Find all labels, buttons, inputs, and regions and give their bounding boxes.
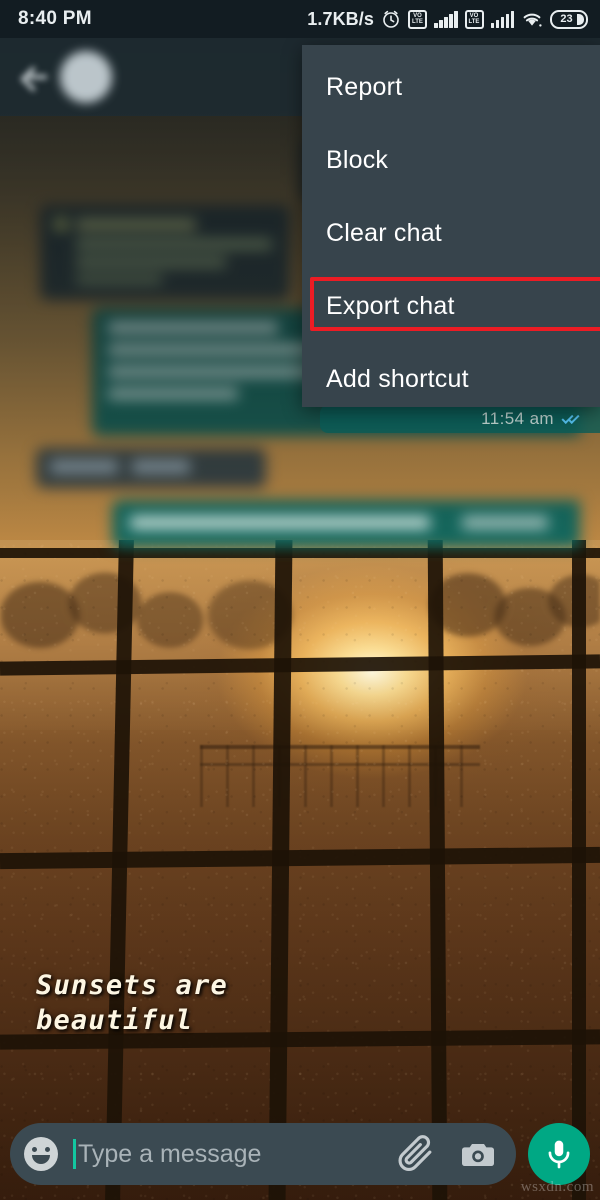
- signal-bars-sim2-icon: [490, 10, 514, 28]
- volte-sim1-icon: VO LTE: [408, 9, 427, 29]
- menu-item-label: Block: [326, 146, 389, 174]
- paperclip-icon[interactable]: [396, 1134, 436, 1174]
- back-arrow-icon[interactable]: [16, 60, 50, 94]
- window-frame-grid: [0, 540, 600, 1200]
- message-input-pill[interactable]: Type a message: [10, 1123, 516, 1185]
- volte-sim2-icon: VO LTE: [464, 9, 484, 29]
- camera-icon[interactable]: [458, 1134, 498, 1174]
- alarm-clock-icon: [381, 9, 401, 29]
- signal-bars-sim1-icon: [434, 10, 458, 28]
- microphone-icon: [548, 1140, 570, 1169]
- phone-screen: Sunsets are beautiful 11:54 am Report Bl…: [0, 0, 600, 1200]
- menu-item-label: Add shortcut: [326, 365, 469, 393]
- message-input-bar: Type a message: [0, 1116, 600, 1200]
- menu-item-label: Export chat: [326, 292, 455, 320]
- status-bar-clock: 8:40 PM: [18, 8, 92, 29]
- contact-name: [130, 64, 185, 91]
- menu-item-add-shortcut[interactable]: Add shortcut: [302, 343, 600, 416]
- smiley-icon[interactable]: [24, 1137, 58, 1171]
- message-input-placeholder[interactable]: Type a message: [78, 1140, 396, 1169]
- photo-caption: Sunsets are beautiful: [36, 970, 229, 1036]
- battery-indicator: 23: [550, 9, 588, 29]
- text-cursor: [73, 1139, 76, 1169]
- menu-item-export-chat[interactable]: Export chat: [302, 270, 600, 343]
- menu-item-block[interactable]: Block: [302, 124, 600, 197]
- microphone-button[interactable]: [528, 1123, 590, 1185]
- menu-item-clear-chat[interactable]: Clear chat: [302, 197, 600, 270]
- menu-item-label: Report: [326, 73, 403, 101]
- overflow-menu[interactable]: Report Block Clear chat Export chat Add …: [302, 45, 600, 407]
- status-bar: 8:40 PM 1.7KB/s VO LTE VO LTE 23: [0, 0, 600, 38]
- network-speed-indicator: 1.7KB/s: [307, 8, 374, 29]
- watermark: wsxdn.com: [520, 1179, 594, 1195]
- wifi-icon: [521, 10, 543, 29]
- menu-item-report[interactable]: Report: [302, 51, 600, 124]
- battery-percent-label: 23: [560, 13, 573, 25]
- menu-item-label: Clear chat: [326, 219, 442, 247]
- avatar[interactable]: [60, 51, 112, 103]
